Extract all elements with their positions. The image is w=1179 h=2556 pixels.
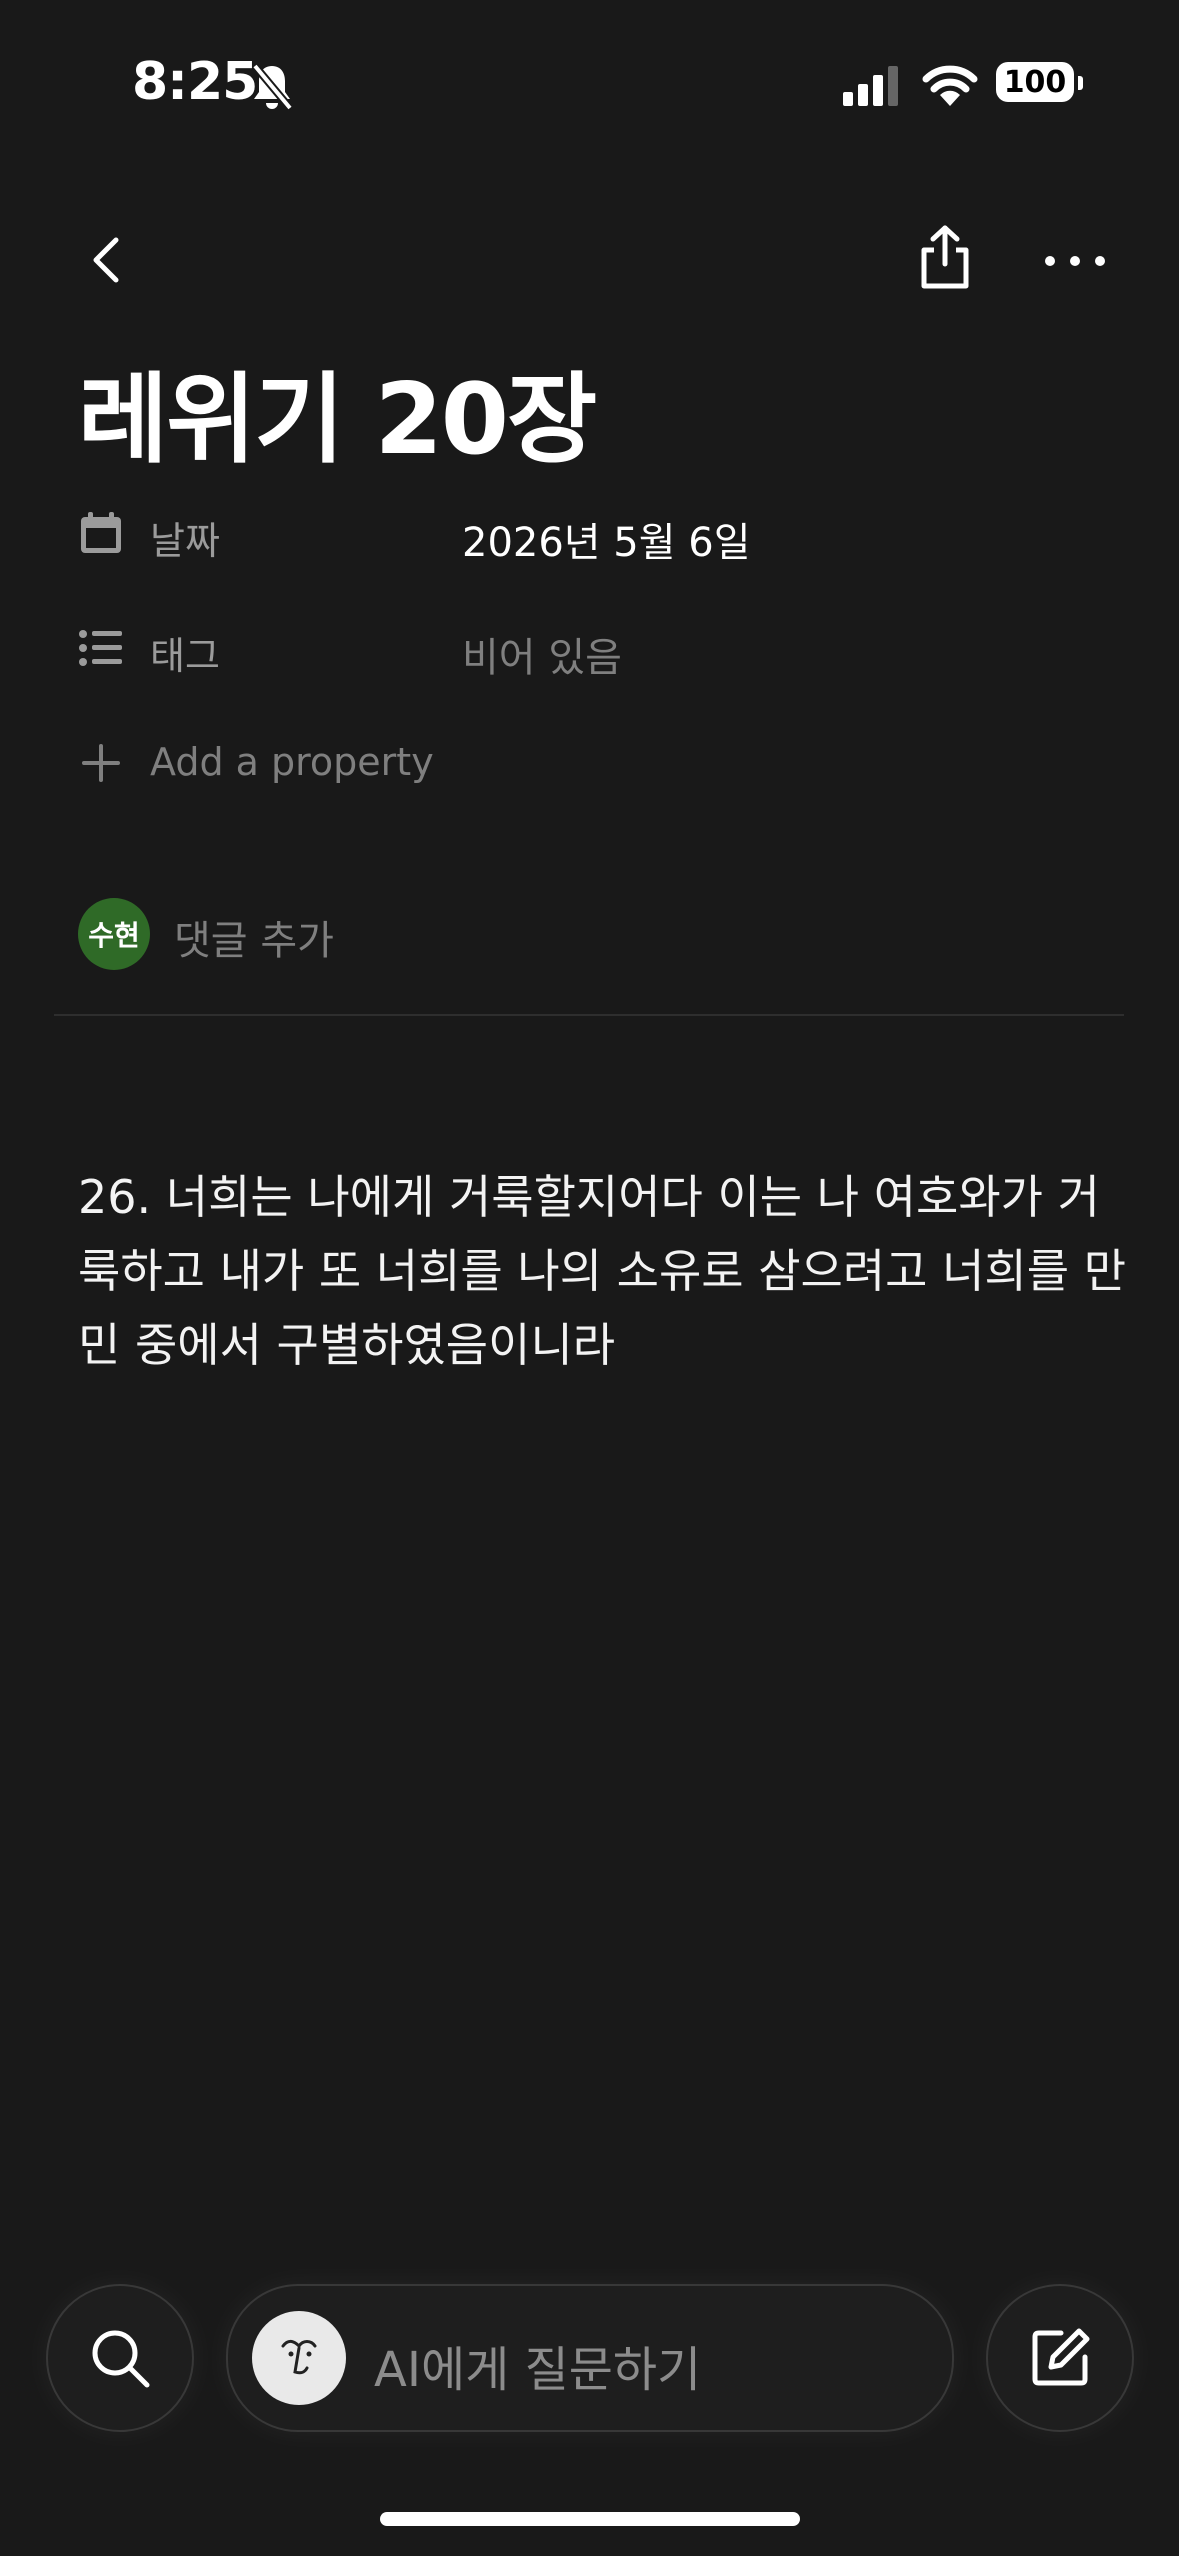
page-title[interactable]: 레위기 20장 xyxy=(78,340,597,482)
battery-level: 100 xyxy=(996,62,1074,102)
ai-face-icon xyxy=(252,2311,346,2405)
property-date[interactable]: 날짜 2026년 5월 6일 xyxy=(78,502,1108,566)
battery-icon: 100 xyxy=(996,62,1074,102)
bell-muted-icon xyxy=(250,62,294,116)
avatar: 수현 xyxy=(78,898,150,970)
search-button[interactable] xyxy=(46,2284,194,2432)
ai-ask-placeholder: AI에게 질문하기 xyxy=(374,2342,702,2398)
list-icon xyxy=(78,625,124,671)
add-property-label: Add a property xyxy=(150,740,434,784)
add-comment-field[interactable]: 댓글 추가 xyxy=(174,908,334,966)
more-options-button[interactable] xyxy=(1040,236,1110,286)
page-body-text[interactable]: 26. 너희는 나에게 거룩할지어다 이는 나 여호와가 거룩하고 내가 또 너… xyxy=(78,1160,1128,1382)
search-icon xyxy=(92,2330,150,2388)
calendar-icon xyxy=(78,510,124,556)
battery-tip xyxy=(1078,76,1083,90)
property-value[interactable]: 2026년 5월 6일 xyxy=(462,510,751,568)
back-button[interactable] xyxy=(78,230,138,290)
plus-icon xyxy=(78,740,124,786)
add-property-button[interactable]: Add a property xyxy=(78,732,1108,792)
ai-ask-bar[interactable]: AI에게 질문하기 xyxy=(226,2284,954,2432)
property-value[interactable]: 비어 있음 xyxy=(462,625,622,683)
cellular-signal-icon xyxy=(843,66,903,110)
divider xyxy=(54,1014,1124,1016)
compose-icon xyxy=(1032,2328,1090,2386)
share-button[interactable] xyxy=(910,222,980,292)
home-indicator[interactable] xyxy=(380,2512,800,2526)
wifi-icon xyxy=(922,62,978,110)
property-label: 태그 xyxy=(150,634,220,678)
more-icon xyxy=(1045,256,1105,266)
chevron-left-icon xyxy=(93,237,119,283)
status-time: 8:25 xyxy=(132,52,258,112)
share-icon xyxy=(921,225,969,289)
new-page-button[interactable] xyxy=(986,2284,1134,2432)
property-label: 날짜 xyxy=(150,519,220,563)
property-tags[interactable]: 태그 비어 있음 xyxy=(78,617,1108,681)
